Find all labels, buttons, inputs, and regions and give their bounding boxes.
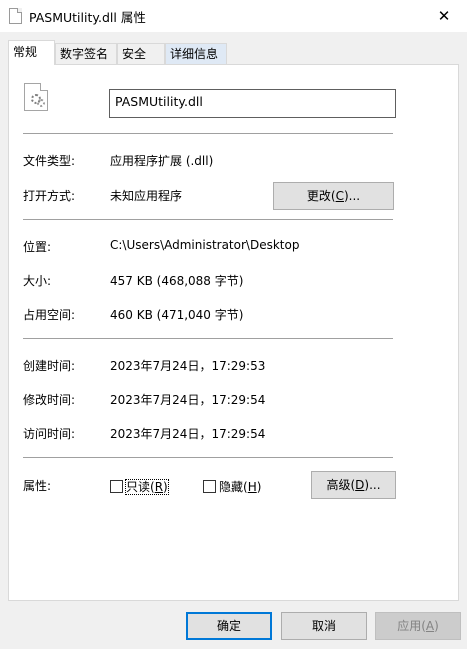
tab-general[interactable]: 常规 (8, 40, 55, 65)
created-value: 2023年7月24日，17:29:53 (110, 359, 266, 373)
created-label: 创建时间: (23, 359, 76, 373)
change-button-label: 更改( (306, 189, 336, 203)
hidden-label-suffix: ) (256, 480, 262, 494)
modified-label: 修改时间: (23, 393, 76, 407)
file-type-label: 文件类型: (23, 154, 76, 168)
hidden-checkbox[interactable]: 隐藏(H) (203, 478, 261, 494)
cancel-button[interactable]: 取消 (281, 612, 367, 640)
apply-button-suffix: ) (434, 619, 439, 633)
advanced-button[interactable]: 高级(D)... (311, 471, 396, 499)
apply-button-label: 应用( (397, 619, 426, 633)
readonly-checkbox-label: 只读(R) (125, 479, 169, 495)
divider (23, 219, 393, 220)
change-button-accesskey: C (335, 189, 344, 203)
size-label: 大小: (23, 274, 52, 288)
hidden-accesskey: H (247, 480, 257, 494)
window-title: PASMUtility.dll 属性 (29, 10, 146, 25)
tab-details[interactable]: 详细信息 (165, 43, 227, 65)
gear-small-icon (37, 99, 45, 107)
hidden-label-text: 隐藏( (219, 480, 248, 494)
file-type-value: 应用程序扩展 (.dll) (110, 154, 214, 168)
readonly-label-suffix: ) (163, 480, 168, 494)
ok-button[interactable]: 确定 (186, 612, 272, 640)
size-on-disk-value: 460 KB (471,040 字节) (110, 308, 244, 322)
readonly-label-text: 只读( (126, 480, 155, 494)
attributes-label: 属性: (23, 479, 52, 493)
size-value: 457 KB (468,088 字节) (110, 274, 244, 288)
advanced-button-label: 高级( (326, 478, 356, 492)
location-label: 位置: (23, 240, 52, 254)
readonly-checkbox[interactable]: 只读(R) (110, 478, 169, 495)
general-panel (8, 64, 459, 601)
readonly-checkbox-box[interactable] (110, 480, 123, 493)
divider (23, 338, 393, 339)
file-name-input[interactable]: PASMUtility.dll (109, 89, 396, 118)
divider (23, 457, 393, 458)
readonly-accesskey: R (154, 480, 164, 494)
divider (23, 133, 393, 134)
file-icon (9, 8, 22, 24)
accessed-value: 2023年7月24日，17:29:54 (110, 427, 266, 441)
apply-button-accesskey: A (425, 619, 435, 633)
modified-value: 2023年7月24日，17:29:54 (110, 393, 266, 407)
tab-digital-signatures[interactable]: 数字签名 (55, 43, 117, 65)
apply-button[interactable]: 应用(A) (375, 612, 461, 640)
accessed-label: 访问时间: (23, 427, 76, 441)
title-bar: PASMUtility.dll 属性 ✕ (0, 0, 467, 32)
advanced-button-suffix: )... (364, 478, 381, 492)
location-value: C:\Users\Administrator\Desktop (110, 238, 300, 252)
close-button[interactable]: ✕ (421, 0, 467, 32)
hidden-checkbox-box[interactable] (203, 480, 216, 493)
dll-file-icon (24, 83, 48, 111)
opens-with-value: 未知应用程序 (110, 189, 183, 203)
opens-with-label: 打开方式: (23, 189, 76, 203)
tab-security[interactable]: 安全 (117, 43, 165, 65)
change-button[interactable]: 更改(C)... (273, 182, 394, 210)
change-button-suffix: )... (343, 189, 361, 203)
size-on-disk-label: 占用空间: (23, 308, 76, 322)
